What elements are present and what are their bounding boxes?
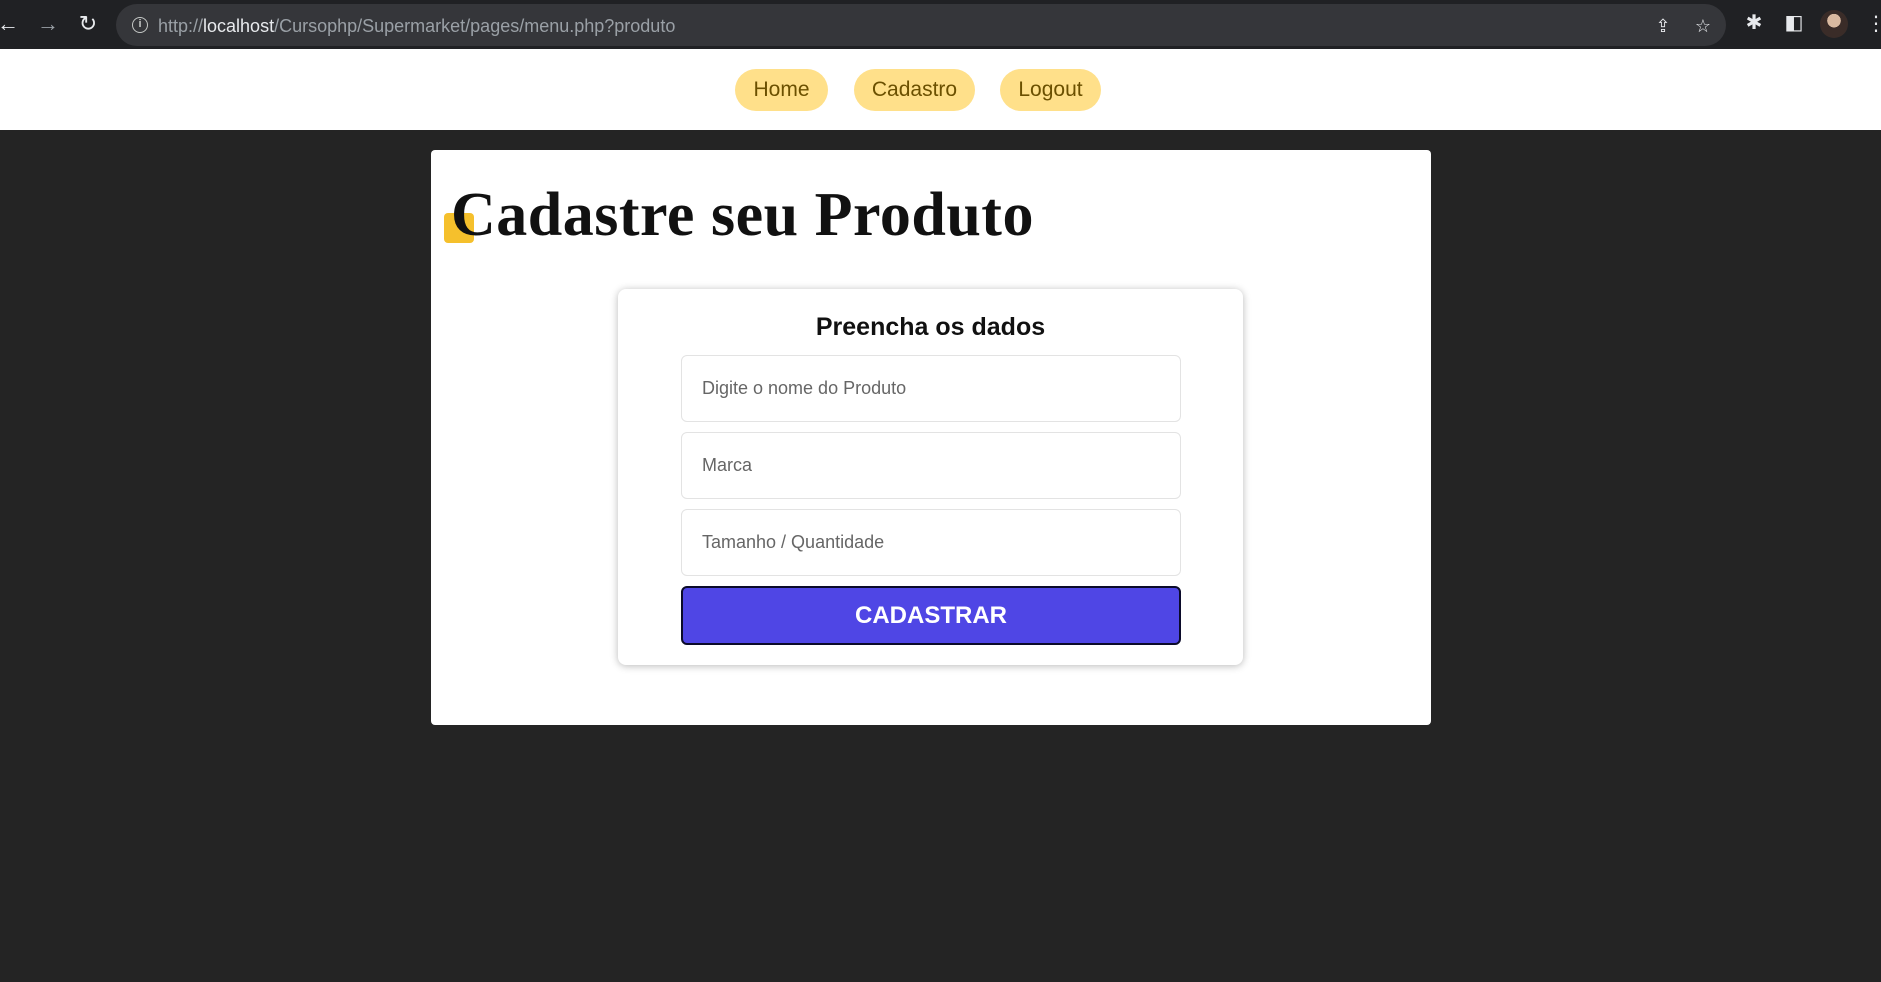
- url-scheme: http://: [158, 16, 204, 36]
- site-nav: Home Cadastro Logout: [0, 49, 1881, 130]
- reload-icon[interactable]: ↻: [74, 10, 102, 38]
- submit-button[interactable]: CADASTRAR: [681, 586, 1181, 645]
- share-icon[interactable]: ⇪: [1653, 16, 1673, 36]
- main-card: Cadastre seu Produto Preencha os dados C…: [431, 150, 1431, 725]
- forward-icon[interactable]: →: [34, 10, 62, 38]
- address-bar[interactable]: i http://localhost/Cursophp/Supermarket/…: [116, 4, 1726, 46]
- extensions-puzzle-icon[interactable]: ✱: [1741, 10, 1767, 36]
- form-heading: Preencha os dados: [815, 313, 1046, 341]
- product-name-input[interactable]: [681, 355, 1181, 422]
- nav-logout-button[interactable]: Logout: [1000, 69, 1101, 111]
- nav-cadastro-button[interactable]: Cadastro: [854, 69, 975, 111]
- site-info-icon[interactable]: i: [132, 17, 148, 33]
- product-form: Preencha os dados CADASTRAR: [618, 289, 1243, 665]
- nav-home-button[interactable]: Home: [735, 69, 828, 111]
- page-title: Cadastre seu Produto: [451, 181, 1034, 249]
- profile-avatar[interactable]: [1820, 10, 1848, 38]
- bookmark-star-icon[interactable]: ☆: [1693, 16, 1713, 36]
- back-icon[interactable]: ←: [0, 10, 22, 38]
- size-quantity-input[interactable]: [681, 509, 1181, 576]
- url-text[interactable]: http://localhost/Cursophp/Supermarket/pa…: [158, 16, 675, 37]
- side-panel-icon[interactable]: ◧: [1781, 10, 1807, 36]
- browser-toolbar: ← → ↻ i http://localhost/Cursophp/Superm…: [0, 0, 1881, 49]
- url-host: localhost: [203, 16, 275, 36]
- url-path: /Cursophp/Supermarket/pages/menu.php?pro…: [274, 16, 676, 36]
- brand-input[interactable]: [681, 432, 1181, 499]
- browser-menu-icon[interactable]: ⋮: [1866, 10, 1881, 38]
